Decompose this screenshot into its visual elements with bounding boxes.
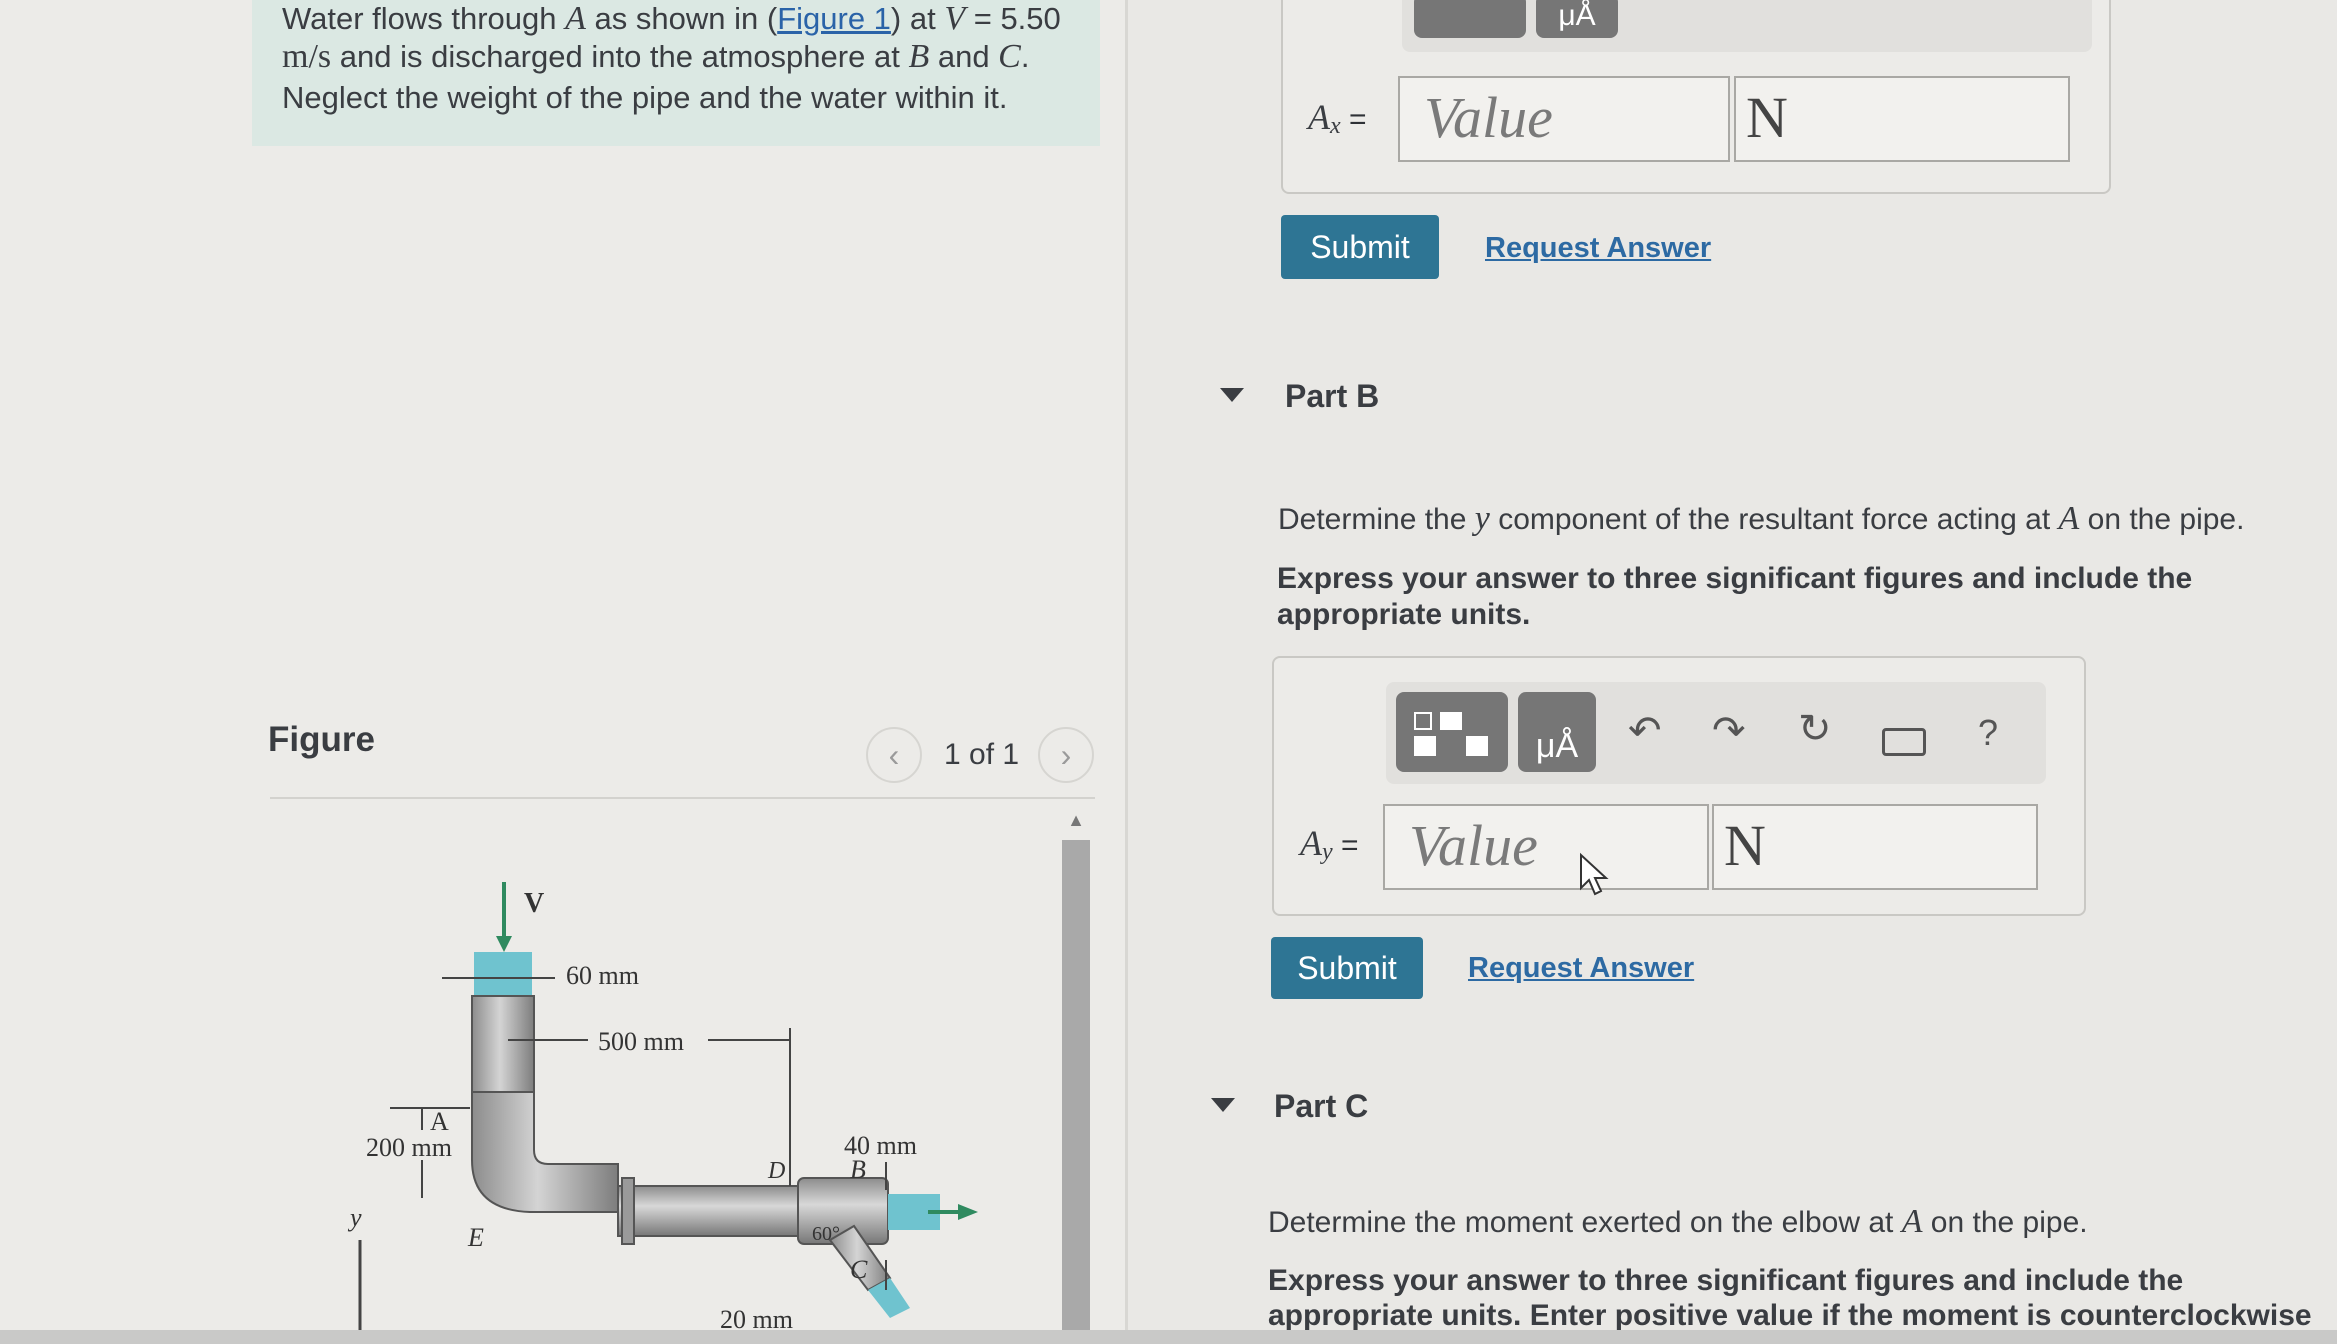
template-icon-part (1414, 736, 1436, 756)
var-y: y (1474, 500, 1490, 537)
question-text: on the pipe. (2079, 503, 2245, 536)
template-icon-part (1466, 736, 1488, 756)
velocity-arrowhead (496, 936, 512, 952)
ay-value-input[interactable]: Value (1383, 804, 1709, 890)
figure-scrollbar-thumb[interactable] (1062, 840, 1090, 1330)
ax-unit-input[interactable]: N (1734, 76, 2070, 162)
horizontal-pipe (617, 1185, 799, 1237)
keyboard-icon[interactable] (1882, 728, 1926, 756)
var-A: A (1300, 823, 1322, 863)
problem-line-2: m/s and is discharged into the atmospher… (282, 38, 1029, 76)
elbow (471, 1091, 619, 1213)
part-b-instruction-line-2: appropriate units. (1277, 598, 1531, 631)
units-button[interactable]: μÅ (1518, 692, 1596, 772)
var-A: A (565, 0, 586, 37)
label-200mm: 200 mm (366, 1133, 452, 1162)
chevron-right-icon: › (1060, 736, 1072, 773)
problem-text: . (1020, 39, 1030, 74)
var-B: B (908, 38, 930, 75)
var-sub-y: y (1322, 839, 1333, 866)
part-c-collapse-arrow-icon[interactable] (1211, 1098, 1235, 1112)
problem-statement: Water flows through A as shown in (Figur… (252, 0, 1100, 146)
velocity-unit: m/s (282, 38, 332, 75)
pipe-figure: V 60 mm 500 mm A 200 mm y E D 40 mm B 60… (347, 882, 978, 1330)
velocity-value: = 5.50 (965, 1, 1061, 36)
units-icon: μÅ (1558, 0, 1596, 32)
part-b-submit-button[interactable]: Submit (1271, 937, 1423, 999)
figure-divider (270, 797, 1095, 799)
ay-label: Ay = (1300, 822, 1359, 866)
figure-heading: Figure (268, 720, 375, 759)
label-B: B (850, 1155, 866, 1184)
redo-icon[interactable]: ↷ (1712, 708, 1746, 754)
part-b-collapse-arrow-icon[interactable] (1220, 388, 1244, 402)
template-icon (1414, 712, 1432, 730)
label-angle: 60° (812, 1223, 840, 1245)
part-c-title[interactable]: Part C (1274, 1088, 1368, 1125)
scroll-up-arrow-icon[interactable]: ▲ (1060, 810, 1092, 836)
part-b-instruction-line-1: Express your answer to three significant… (1277, 562, 2193, 595)
problem-line-1: Water flows through A as shown in (Figur… (282, 0, 1061, 38)
label-E: E (467, 1223, 484, 1252)
problem-text: and is discharged into the atmosphere at (331, 39, 909, 74)
label-D: D (767, 1158, 785, 1184)
question-text: component of the resultant force acting … (1489, 503, 2059, 536)
equals-sign: = (1332, 829, 1359, 862)
chevron-left-icon: ‹ (888, 736, 900, 773)
problem-text: ) at (890, 1, 945, 36)
panel-divider (1125, 0, 1128, 1330)
equals-sign: = (1340, 103, 1367, 136)
template-button[interactable] (1396, 692, 1508, 772)
screen-bottom-edge (0, 1330, 2337, 1344)
part-a-submit-button[interactable]: Submit (1281, 215, 1439, 279)
label-60mm: 60 mm (566, 961, 639, 990)
label-20mm: 20 mm (720, 1305, 793, 1330)
var-V: V (944, 0, 966, 37)
problem-text: Water flows through (282, 1, 566, 36)
figure-next-button[interactable]: › (1038, 727, 1094, 783)
problem-text: and (929, 39, 999, 74)
figure-pager-count: 1 of 1 (944, 738, 1020, 771)
part-a-request-answer-link[interactable]: Request Answer (1485, 232, 1711, 265)
var-A: A (2058, 500, 2080, 537)
question-text: Determine the moment exerted on the elbo… (1268, 1206, 1902, 1239)
part-b-question: Determine the y component of the resulta… (1278, 500, 2244, 538)
var-A: A (1901, 1203, 1923, 1240)
figure-prev-button[interactable]: ‹ (866, 727, 922, 783)
help-icon[interactable]: ? (1978, 712, 1998, 754)
undo-icon[interactable]: ↶ (1628, 708, 1662, 754)
part-b-title[interactable]: Part B (1285, 378, 1379, 415)
units-button[interactable]: μÅ (1536, 0, 1618, 38)
var-sub-x: x (1330, 113, 1341, 140)
label-V: V (524, 888, 544, 919)
part-c-instruction-line-2: appropriate units. Enter positive value … (1268, 1299, 2312, 1332)
label-y: y (347, 1203, 362, 1232)
cursor-pointer-icon (1580, 852, 1609, 896)
reset-icon[interactable]: ↻ (1798, 706, 1832, 752)
ax-value-input[interactable]: Value (1398, 76, 1730, 162)
part-c-question: Determine the moment exerted on the elbo… (1268, 1203, 2088, 1241)
ay-unit-input[interactable]: N (1712, 804, 2038, 890)
units-icon: μÅ (1535, 727, 1579, 765)
ax-label: Ax = (1308, 96, 1367, 140)
label-A: A (430, 1107, 449, 1136)
question-text: Determine the (1278, 503, 1475, 536)
template-button[interactable] (1414, 0, 1526, 38)
figure-link[interactable]: Figure 1 (777, 1, 891, 36)
template-icon-part (1440, 712, 1462, 730)
part-c-instruction-line-1: Express your answer to three significant… (1268, 1264, 2184, 1297)
label-500mm: 500 mm (598, 1027, 684, 1056)
part-b-request-answer-link[interactable]: Request Answer (1468, 952, 1694, 985)
problem-line-3: Neglect the weight of the pipe and the w… (282, 80, 1008, 115)
inlet-water (474, 952, 532, 996)
problem-text: as shown in ( (585, 1, 778, 36)
var-C: C (998, 38, 1021, 75)
var-A: A (1308, 97, 1330, 137)
question-text: on the pipe. (1922, 1206, 2088, 1239)
label-C: C (850, 1255, 868, 1284)
